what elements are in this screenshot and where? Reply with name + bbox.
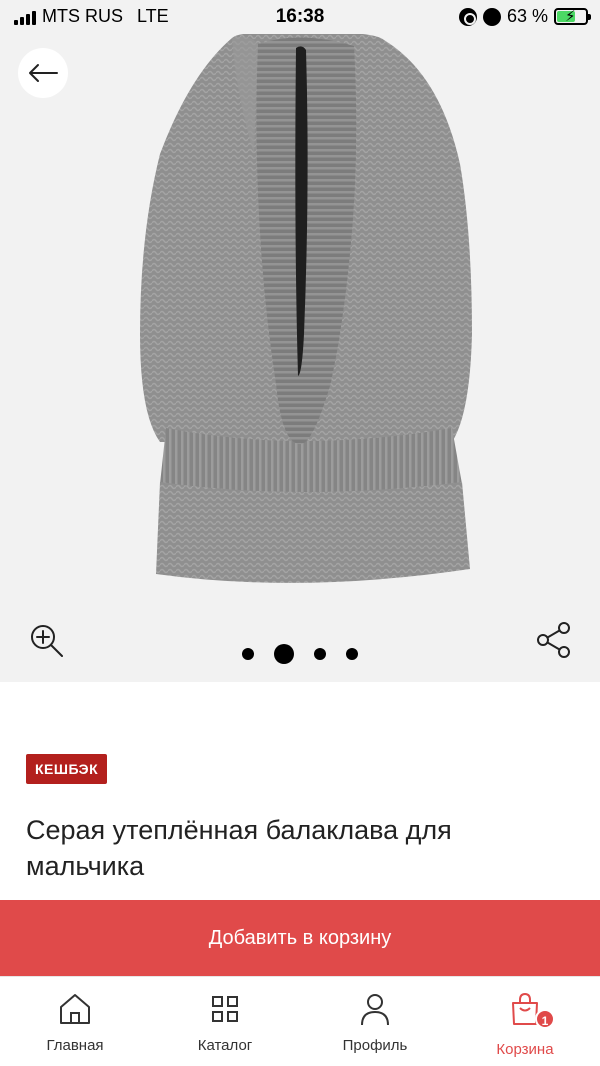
tab-profile-label: Профиль: [342, 1037, 408, 1054]
tab-home[interactable]: Главная: [0, 977, 150, 1066]
product-image[interactable]: [0, 34, 600, 594]
home-icon: [60, 994, 90, 1024]
tab-home-label: Главная: [46, 1037, 104, 1054]
battery-percent: 63 %: [506, 6, 548, 26]
cashback-badge: КЕШБЭК: [26, 754, 108, 784]
gallery-dot[interactable]: [274, 644, 294, 664]
status-bar: MTS RUS LTE 16:38 63 % ⚡: [0, 0, 600, 34]
charging-icon: ⚡: [565, 8, 576, 25]
alarm-icon: [482, 7, 501, 26]
tab-cart-label: Корзина: [496, 1041, 554, 1058]
add-to-cart-button[interactable]: Добавить в корзину: [0, 900, 600, 976]
gallery-dot[interactable]: [242, 648, 254, 660]
tab-bar: Главная Каталог Профиль 1 Корзина: [0, 976, 600, 1066]
tab-catalog[interactable]: Каталог: [150, 977, 300, 1066]
back-button[interactable]: [18, 48, 68, 98]
cart-count-badge: 1: [535, 1009, 555, 1029]
product-title: Серая утеплённая балаклава для мальчика: [26, 815, 452, 881]
battery-icon: ⚡: [554, 8, 591, 25]
tab-cart[interactable]: 1 Корзина: [450, 977, 600, 1066]
grid-icon: [212, 996, 238, 1022]
orientation-lock-icon: [458, 7, 477, 26]
user-icon: [361, 994, 389, 1026]
arrow-left-icon: [29, 64, 58, 82]
product-gallery[interactable]: [0, 34, 600, 682]
gallery-dot[interactable]: [314, 648, 326, 660]
tab-catalog-label: Каталог: [197, 1037, 253, 1054]
status-right: 63 % ⚡: [458, 6, 591, 27]
gallery-pagination[interactable]: [0, 644, 600, 664]
gallery-dot[interactable]: [346, 648, 358, 660]
tab-profile[interactable]: Профиль: [300, 977, 450, 1066]
